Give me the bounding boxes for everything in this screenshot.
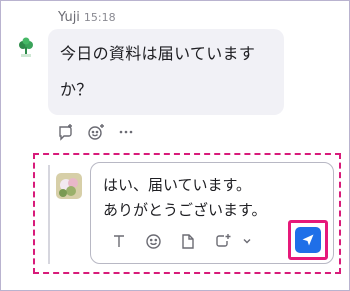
send-icon <box>302 234 314 246</box>
message-text-line2: か？ <box>60 80 93 99</box>
clover-avatar-icon <box>19 37 33 57</box>
file-icon[interactable] <box>178 231 198 251</box>
send-button[interactable] <box>295 227 321 253</box>
composer-text-line2[interactable]: ありがとうございます。 <box>103 199 267 220</box>
reply-icon[interactable] <box>56 122 76 142</box>
message-header: Yuji 15:18 <box>58 10 116 25</box>
message-time: 15:18 <box>83 11 116 24</box>
thread-line <box>48 165 50 264</box>
sender-name[interactable]: Yuji <box>58 10 80 25</box>
emoji-icon[interactable] <box>143 231 163 251</box>
composer-text-line1[interactable]: はい、届いています。 <box>103 174 251 195</box>
message-text-line1: 今日の資料は届いています <box>60 44 256 63</box>
more-icon[interactable] <box>116 122 136 142</box>
chevron-down-icon[interactable] <box>240 231 254 251</box>
add-reaction-icon[interactable] <box>86 122 106 142</box>
flower-avatar-icon <box>56 173 82 199</box>
screenshot-icon[interactable] <box>212 231 232 251</box>
text-format-icon[interactable] <box>109 231 129 251</box>
user-avatar[interactable] <box>56 173 82 199</box>
sender-avatar[interactable] <box>14 36 38 60</box>
message-bubble: 今日の資料は届いています か？ <box>48 29 284 115</box>
